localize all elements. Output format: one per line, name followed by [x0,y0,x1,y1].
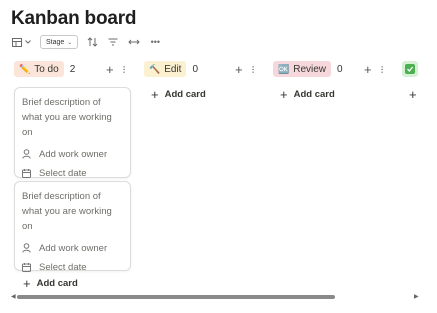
more-vertical-icon[interactable]: ··· [118,65,130,73]
date-label: Select date [39,261,87,273]
pencil-icon: ✏️ [19,63,31,74]
chevron-down-icon: ⌄ [67,39,73,46]
plus-icon: + [23,275,31,291]
card-count: 0 [337,63,343,75]
add-card-label: Add card [164,88,206,100]
column-header-review: 🆗 Review 0 [273,60,343,78]
kanban-card[interactable]: Brief description of what you are workin… [14,181,131,274]
add-card-button-edit[interactable]: + Add card [151,86,206,102]
add-card-button-review[interactable]: + Add card [280,86,335,102]
add-icon[interactable]: + [364,62,372,77]
hammer-icon: 🔨 [149,63,161,74]
date-field[interactable]: Select date [22,166,123,180]
plus-icon: + [280,86,288,102]
work-owner-label: Add work owner [39,148,108,160]
more-options-button[interactable]: ••• [149,36,161,48]
filter-button[interactable] [107,36,119,48]
more-vertical-icon[interactable]: ··· [376,65,388,73]
card-count: 0 [192,63,199,75]
expand-button[interactable] [128,36,141,48]
card-description: Brief description of what you are workin… [22,191,112,232]
expand-icon [128,39,141,45]
column-title: To do [34,63,59,75]
plus-icon: + [409,86,417,102]
column-header-edit: 🔨 Edit 0 [144,60,198,78]
add-icon[interactable]: + [235,62,243,77]
column-header-done [402,60,418,78]
filter-icon [108,38,118,46]
column-actions-todo: + ··· [106,60,130,78]
calendar-icon [22,262,31,272]
kanban-card[interactable]: Brief description of what you are workin… [14,87,131,180]
add-card-label: Add card [36,277,78,289]
stage-chip-todo[interactable]: ✏️ To do [14,61,64,77]
sort-button[interactable] [86,36,98,48]
column-header-todo: ✏️ To do 2 [14,60,75,78]
card-count: 2 [69,63,76,75]
column-title: Review [293,63,327,75]
add-card-button-done[interactable]: + [409,86,417,102]
scroll-right-icon[interactable]: ▶ [414,293,419,300]
stage-chip-done[interactable] [402,61,418,77]
work-owner-field[interactable]: Add work owner [22,147,123,161]
add-icon[interactable]: + [106,62,114,77]
more-vertical-icon[interactable]: ··· [247,65,259,73]
calendar-icon [22,168,31,178]
date-label: Select date [39,167,87,179]
column-actions-edit: + ··· [235,60,259,78]
card-description: Brief description of what you are workin… [22,97,112,138]
ok-icon: 🆗 [278,63,290,74]
work-owner-field[interactable]: Add work owner [22,241,123,255]
work-owner-label: Add work owner [39,242,108,254]
date-field[interactable]: Select date [22,260,123,274]
person-icon [22,243,31,253]
add-card-label: Add card [293,88,335,100]
stage-dropdown[interactable]: Stage ⌄ [40,35,79,49]
scrollbar-thumb[interactable] [17,295,335,299]
horizontal-scrollbar[interactable] [14,294,418,300]
person-icon [22,149,31,159]
board-view-button[interactable] [12,37,34,47]
column-title: Edit [164,63,182,75]
column-actions-review: + ··· [364,60,388,78]
stage-chip-edit[interactable]: 🔨 Edit [144,61,187,77]
checkbox-icon [405,64,415,74]
sort-icon [87,37,98,47]
stage-chip-review[interactable]: 🆗 Review [273,61,332,77]
add-card-button-todo[interactable]: + Add card [23,275,78,291]
chevron-down-icon [25,40,31,44]
more-icon: ••• [150,37,161,47]
toolbar: Stage ⌄ ••• [12,34,161,50]
plus-icon: + [151,86,159,102]
page-title: Kanban board [11,8,137,29]
stage-label: Stage [46,38,65,46]
board-view-icon [12,37,22,47]
